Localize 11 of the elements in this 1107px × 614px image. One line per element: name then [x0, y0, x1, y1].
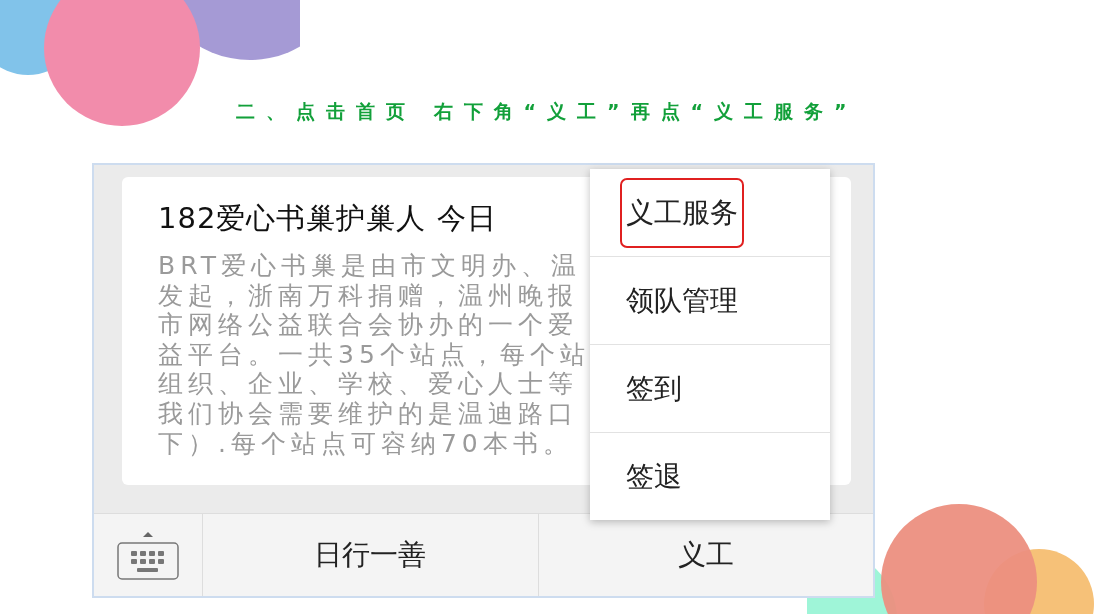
article-text-line: 市网络公益联合会协办的一个爱: [158, 310, 578, 340]
article-text-line: 下）.每个站点可容纳70本书。: [158, 428, 573, 459]
article-text-line: 发起，浙南万科捐赠，温州晚报: [158, 280, 578, 311]
article-text-line: 我们协会需要维护的是温迪路口: [158, 398, 578, 429]
keyboard-icon[interactable]: [117, 529, 179, 581]
article-text-line: 益平台。一共35个站点，每个站: [158, 339, 590, 370]
article-text-line: 组织、企业、学校、爱心人士等: [158, 369, 578, 399]
slide-heading: 二、点击首页 右下角“义工”再点“义工服务”: [236, 99, 859, 124]
article-text-line: BRT爱心书巢是由市文明办、温: [158, 251, 581, 281]
article-title: 182爱心书巢护巢人 今日: [158, 200, 497, 237]
menu-item[interactable]: 义工服务: [620, 177, 744, 248]
